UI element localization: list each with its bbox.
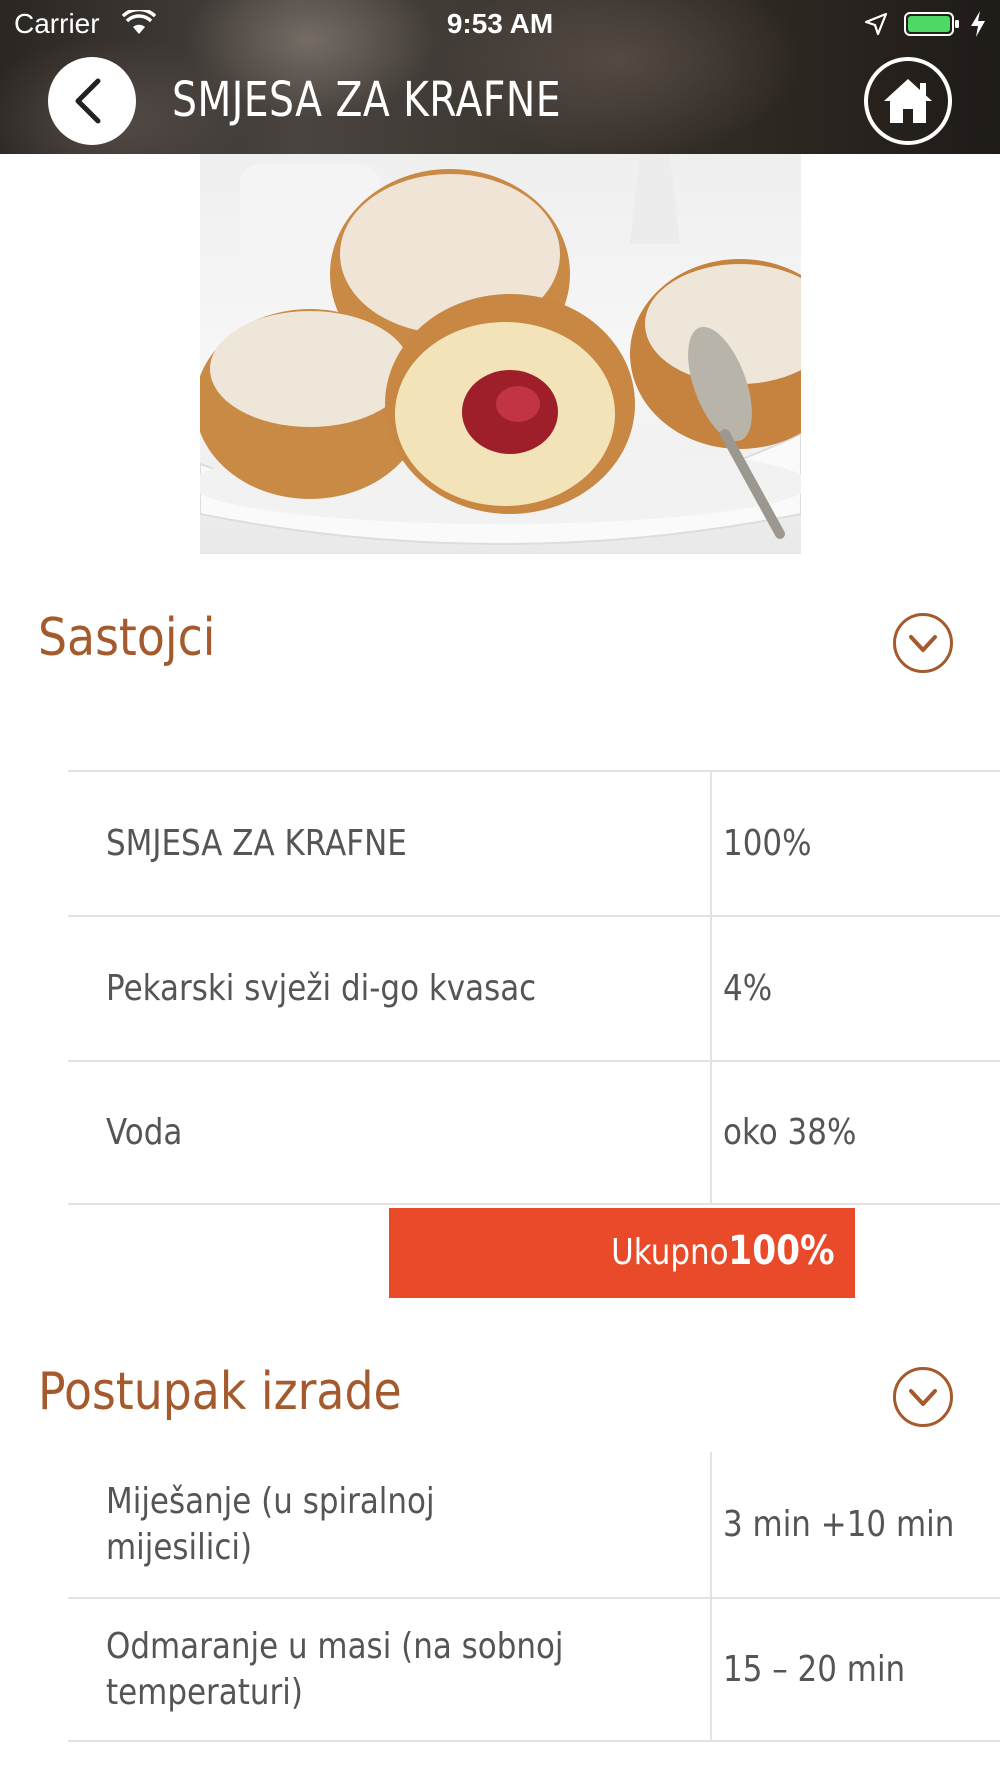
page-title: SMJESA ZA KRAFNE (172, 72, 561, 128)
table-row: Miješanje (u spiralnoj mijesilici) 3 min… (68, 1452, 1000, 1597)
back-button[interactable] (48, 57, 136, 145)
ingredient-amount: 4% (723, 968, 773, 1009)
total-value: 100% (728, 1228, 835, 1274)
status-time: 9:53 AM (446, 8, 554, 39)
charging-bolt-icon (971, 11, 985, 37)
ingredient-name: Voda (106, 1111, 183, 1153)
procedure-title: Postupak izrade (38, 1362, 402, 1422)
chevron-down-icon (909, 635, 937, 652)
column-divider (710, 1599, 712, 1740)
battery-icon (904, 12, 959, 36)
ingredient-amount: 100% (723, 823, 812, 864)
table-row: Pekarski svježi di-go kvasac 4% (68, 915, 1000, 1060)
step-name: Odmaranje u masi (na sobnoj temperaturi) (106, 1625, 564, 1713)
location-arrow-icon (864, 12, 888, 36)
column-divider (710, 772, 712, 915)
step-duration: 3 min +10 min (723, 1504, 955, 1545)
total-label: Ukupno (611, 1232, 729, 1273)
procedure-table: Miješanje (u spiralnoj mijesilici) 3 min… (68, 1452, 1000, 1742)
step-name: Miješanje (u spiralnoj mijesilici) (106, 1480, 435, 1568)
table-row: Voda oko 38% (68, 1060, 1000, 1205)
status-bar: Carrier 9:53 AM (0, 0, 1000, 48)
ingredient-name: Pekarski svježi di-go kvasac (106, 967, 537, 1009)
column-divider (710, 917, 712, 1060)
total-bar: Ukupno 100% (389, 1208, 855, 1298)
home-button[interactable] (864, 57, 952, 145)
column-divider (710, 1452, 712, 1597)
step-duration: 15 – 20 min (723, 1649, 906, 1690)
ingredient-amount: oko 38% (723, 1112, 857, 1153)
recipe-image (200, 154, 801, 554)
procedure-toggle-button[interactable] (893, 1367, 953, 1427)
table-row: Odmaranje u masi (na sobnoj temperaturi)… (68, 1597, 1000, 1742)
header-bar: Carrier 9:53 AM SMJESA ZA KRAFNE (0, 0, 1000, 154)
column-divider (710, 1062, 712, 1203)
ingredients-table: SMJESA ZA KRAFNE 100% Pekarski svježi di… (68, 770, 1000, 1205)
chevron-down-icon (909, 1389, 937, 1406)
table-row: SMJESA ZA KRAFNE 100% (68, 770, 1000, 915)
home-icon (884, 79, 932, 123)
chevron-left-icon (75, 78, 101, 124)
ingredients-title: Sastojci (38, 608, 216, 668)
ingredients-toggle-button[interactable] (893, 613, 953, 673)
ingredient-name: SMJESA ZA KRAFNE (106, 822, 407, 864)
